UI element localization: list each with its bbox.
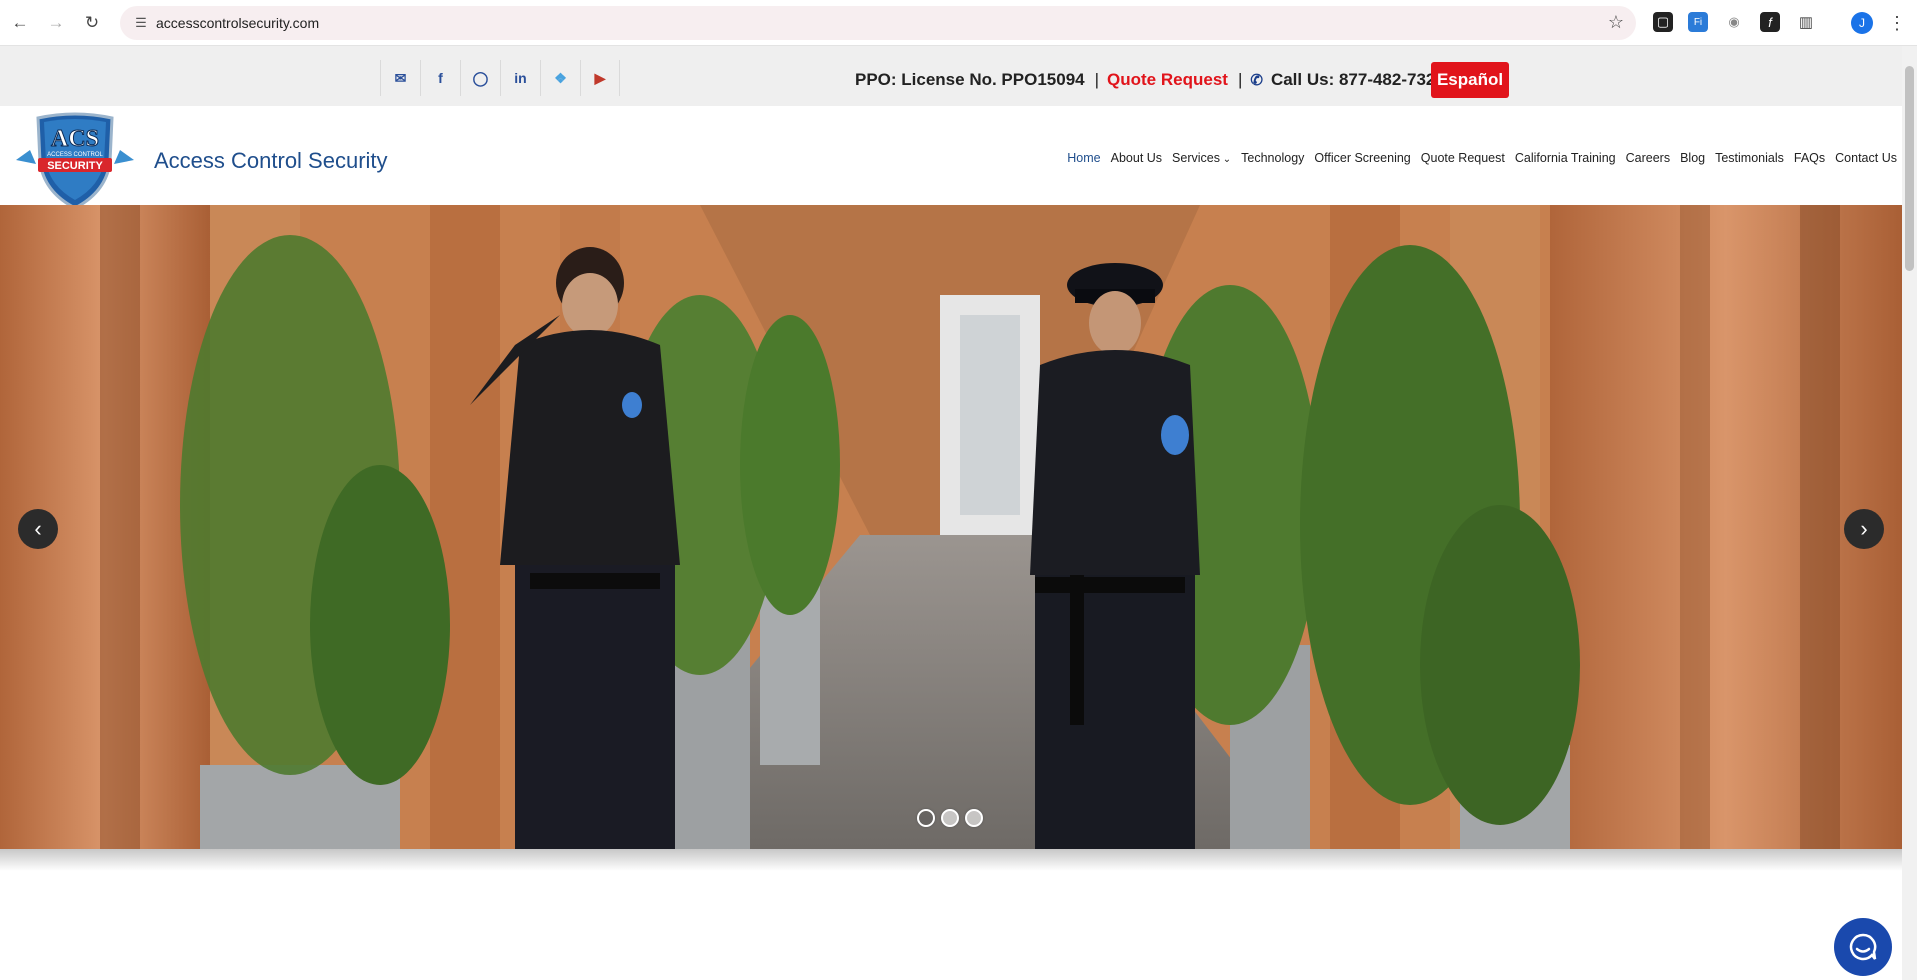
back-button[interactable]: ← (8, 11, 32, 35)
hero-slider-image (0, 205, 1902, 849)
linkedin-icon[interactable]: in (500, 60, 540, 96)
nav-item-faqs[interactable]: FAQs (1789, 151, 1830, 165)
slider-next-button[interactable]: › (1844, 509, 1884, 549)
nav-item-label: Testimonials (1715, 151, 1784, 165)
nav-item-label: Technology (1241, 151, 1305, 165)
browser-menu-icon[interactable]: ⋮ (1888, 12, 1906, 34)
nav-item-officer-screening[interactable]: Officer Screening (1309, 151, 1415, 165)
browser-toolbar: ← → ↻ ☰ accesscontrolsecurity.com ☆ ▢ Fi… (0, 0, 1917, 46)
camera-icon[interactable]: ◉ (1724, 12, 1744, 32)
license-text: PPO: License No. PPO15094 (855, 70, 1085, 89)
facebook-icon[interactable]: f (420, 60, 460, 96)
slider-dot[interactable] (965, 809, 983, 827)
profile-avatar[interactable]: J (1851, 12, 1873, 34)
separator: | (1237, 70, 1243, 89)
top-bar: ✉ f ◯ in ❖ ▶ PPO: License No. PPO15094 |… (0, 46, 1902, 106)
address-bar[interactable]: ☰ accesscontrolsecurity.com ☆ (120, 6, 1636, 40)
youtube-icon[interactable]: ▶ (580, 60, 620, 96)
url-text[interactable]: accesscontrolsecurity.com (156, 15, 319, 31)
nav-item-label: About Us (1110, 151, 1163, 165)
clipboard-icon[interactable]: ▢ (1653, 12, 1673, 32)
nav-item-home[interactable]: Home (1062, 151, 1105, 165)
forward-button[interactable]: → (44, 11, 68, 35)
page-scrollbar[interactable] (1902, 46, 1917, 980)
logo-ribbon-text: SECURITY (47, 160, 103, 172)
nav-item-label: Careers (1625, 151, 1671, 165)
nav-item-label: Officer Screening (1314, 151, 1411, 165)
nav-item-technology[interactable]: Technology (1236, 151, 1309, 165)
nav-item-label: Quote Request (1420, 151, 1505, 165)
chevron-down-icon: ⌄ (1219, 154, 1232, 165)
reload-button[interactable]: ↻ (80, 11, 104, 35)
separator: | (1094, 70, 1100, 89)
email-icon[interactable]: ✉ (380, 60, 420, 96)
scrollbar-thumb[interactable] (1905, 66, 1914, 271)
nav-item-services[interactable]: Services ⌄ (1167, 151, 1236, 165)
nav-item-label: FAQs (1793, 151, 1826, 165)
nav-item-careers[interactable]: Careers (1621, 151, 1675, 165)
fi-icon[interactable]: Fi (1688, 12, 1708, 32)
site-header: ACS ACCESS CONTROL SECURITY Access Contr… (0, 106, 1902, 208)
nav-item-about-us[interactable]: About Us (1106, 151, 1167, 165)
nav-item-contact-us[interactable]: Contact Us (1830, 151, 1902, 165)
nav-item-label: California Training (1514, 151, 1616, 165)
social-links: ✉ f ◯ in ❖ ▶ (380, 60, 620, 96)
twitter-icon[interactable]: ❖ (540, 60, 580, 96)
espanol-button[interactable]: Español (1431, 62, 1509, 98)
slider-prev-button[interactable]: ‹ (18, 509, 58, 549)
nav-item-label: Blog (1680, 151, 1706, 165)
slider-dot[interactable] (917, 809, 935, 827)
instagram-icon[interactable]: ◯ (460, 60, 500, 96)
slider-dot[interactable] (941, 809, 959, 827)
bookmark-star-icon[interactable]: ☆ (1608, 12, 1624, 33)
chat-icon (1849, 933, 1877, 961)
nav-item-blog[interactable]: Blog (1675, 151, 1710, 165)
font-icon[interactable]: f (1760, 12, 1780, 32)
nav-item-label: Home (1067, 151, 1101, 165)
hero-shadow (0, 849, 1902, 871)
puzzle-icon[interactable]: ▥ (1796, 12, 1816, 32)
quote-request-link[interactable]: Quote Request (1107, 70, 1228, 90)
brand-name[interactable]: Access Control Security (154, 148, 388, 174)
phone-icon: ✆ (1250, 72, 1263, 89)
nav-item-testimonials[interactable]: Testimonials (1710, 151, 1789, 165)
call-us-link[interactable]: Call Us: 877-482-7324 (1271, 70, 1445, 90)
main-nav: Home About Us Services ⌄ Technology Officer … (1062, 151, 1902, 165)
site-settings-icon[interactable]: ☰ (132, 14, 150, 32)
acs-logo[interactable]: ACS ACCESS CONTROL SECURITY (16, 112, 134, 208)
contact-info: PPO: License No. PPO15094 | Quote Reques… (855, 70, 1445, 90)
slider-dots (917, 809, 983, 827)
chat-widget-button[interactable] (1834, 918, 1892, 976)
page: ✉ f ◯ in ❖ ▶ PPO: License No. PPO15094 |… (0, 46, 1902, 980)
nav-item-label: Contact Us (1835, 151, 1897, 165)
nav-item-quote-request[interactable]: Quote Request (1416, 151, 1510, 165)
logo-text: ACS (51, 126, 99, 152)
nav-item-label: Services (1172, 151, 1220, 165)
nav-item-california-training[interactable]: California Training (1510, 151, 1621, 165)
logo-small-text: ACCESS CONTROL (47, 152, 103, 158)
